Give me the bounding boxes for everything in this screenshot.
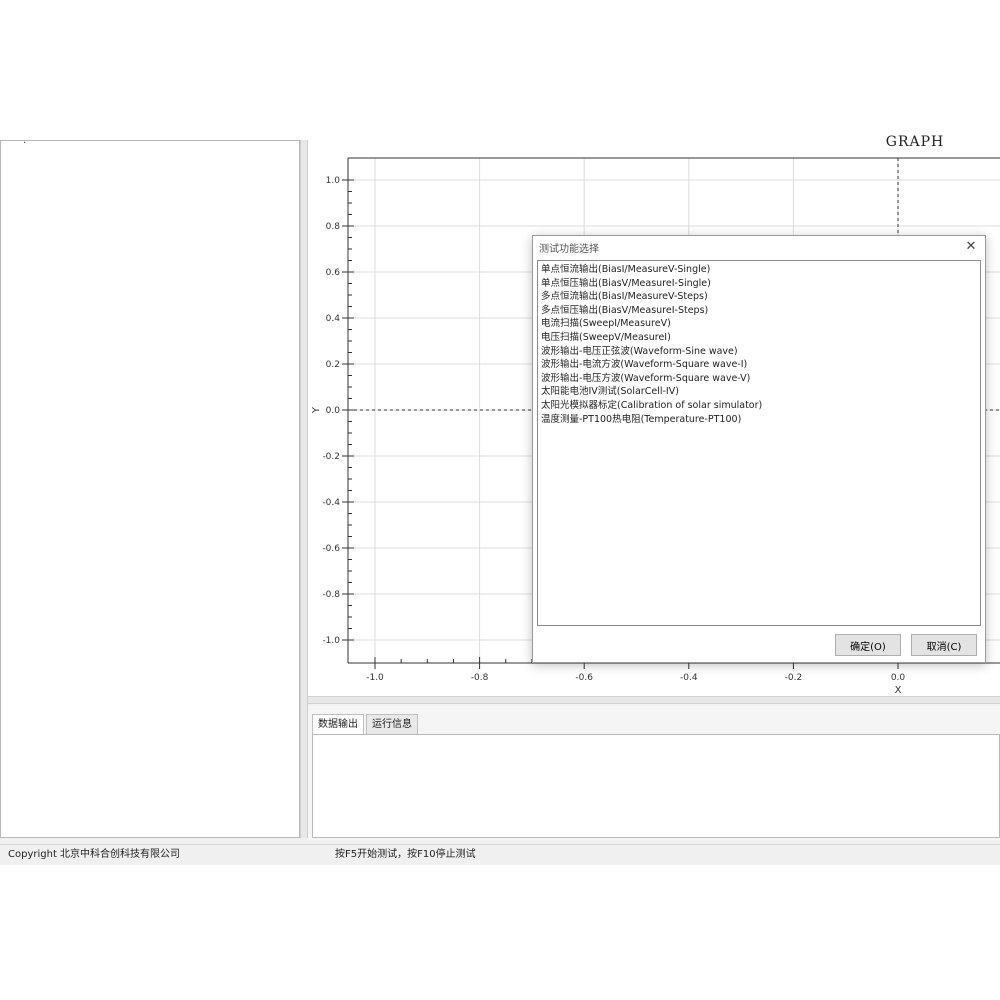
function-list-item[interactable]: 多点恒流输出(BiasI/MeasureV-Steps)	[538, 290, 980, 304]
y-tick-label: -1.0	[322, 636, 340, 646]
y-tick-label: 0.4	[326, 314, 341, 324]
ok-button[interactable]: 确定(O)	[835, 634, 901, 656]
left-panel[interactable]: ·	[0, 138, 300, 838]
dialog-buttons: 确定(O) 取消(C)	[825, 634, 977, 656]
function-list-item[interactable]: 温度测量-PT100热电阻(Temperature-PT100)	[538, 413, 980, 427]
function-list-item[interactable]: 太阳能电池IV测试(SolarCell-IV)	[538, 385, 980, 399]
function-list-item[interactable]: 单点恒流输出(BiasI/MeasureV-Single)	[538, 263, 980, 277]
output-text-area[interactable]	[312, 734, 1000, 838]
copyright-text: Copyright 北京中科合创科技有限公司	[8, 849, 181, 860]
y-tick-label: 0.6	[326, 268, 341, 278]
horizontal-splitter[interactable]	[308, 696, 1000, 704]
x-tick-label: -0.2	[785, 673, 803, 683]
y-tick-label: 0.0	[326, 406, 341, 416]
function-list-item[interactable]: 波形输出-电压方波(Waveform-Square wave-V)	[538, 372, 980, 386]
close-icon[interactable]: ✕	[961, 237, 981, 257]
bottom-panel: 数据输出 运行信息	[308, 706, 1000, 840]
vertical-splitter[interactable]	[300, 140, 308, 838]
dialog-titlebar[interactable]: 测试功能选择 ✕	[533, 236, 985, 258]
hotkey-hint: 按F5开始测试，按F10停止测试	[335, 849, 476, 860]
y-tick-label: -0.4	[322, 498, 340, 508]
function-list[interactable]: 单点恒流输出(BiasI/MeasureV-Single) 单点恒压输出(Bias…	[537, 260, 981, 626]
y-tick-label: -0.6	[322, 544, 340, 554]
function-list-item[interactable]: 太阳光模拟器标定(Calibration of solar simulator)	[538, 399, 980, 413]
output-tabs: 数据输出 运行信息	[312, 714, 420, 734]
function-select-dialog: 测试功能选择 ✕ 单点恒流输出(BiasI/MeasureV-Single) 单点…	[532, 235, 986, 663]
y-tick-label: 0.8	[326, 222, 341, 232]
x-tick-label: -1.0	[366, 673, 384, 683]
y-tick-label: -0.8	[322, 590, 340, 600]
x-tick-label: -0.8	[471, 673, 489, 683]
x-axis-label: X	[895, 685, 902, 696]
function-list-item[interactable]: 电流扫描(SweepI/MeasureV)	[538, 317, 980, 331]
y-tick-label: 1.0	[326, 176, 341, 186]
y-axis-label: Y	[311, 406, 322, 414]
function-list-item[interactable]: 波形输出-电压正弦波(Waveform-Sine wave)	[538, 345, 980, 359]
y-tick-label: -0.2	[322, 452, 340, 462]
function-list-item[interactable]: 多点恒压输出(BiasV/MeasureI-Steps)	[538, 304, 980, 318]
cancel-button[interactable]: 取消(C)	[911, 634, 977, 656]
function-list-item[interactable]: 单点恒压输出(BiasV/MeasureI-Single)	[538, 277, 980, 291]
function-list-item[interactable]: 波形输出-电流方波(Waveform-Square wave-I)	[538, 358, 980, 372]
status-bar: Copyright 北京中科合创科技有限公司 按F5开始测试，按F10停止测试	[0, 844, 1000, 865]
left-panel-mark: ·	[23, 138, 27, 149]
tab-run-info[interactable]: 运行信息	[366, 714, 418, 734]
function-list-item[interactable]: 电压扫描(SweepV/MeasureI)	[538, 331, 980, 345]
tab-data-output[interactable]: 数据输出	[312, 714, 364, 734]
dialog-title: 测试功能选择	[539, 244, 599, 255]
x-tick-label: -0.4	[680, 673, 698, 683]
x-tick-label: 0.0	[891, 673, 906, 683]
x-tick-label: -0.6	[575, 673, 593, 683]
y-tick-label: 0.2	[326, 360, 340, 370]
